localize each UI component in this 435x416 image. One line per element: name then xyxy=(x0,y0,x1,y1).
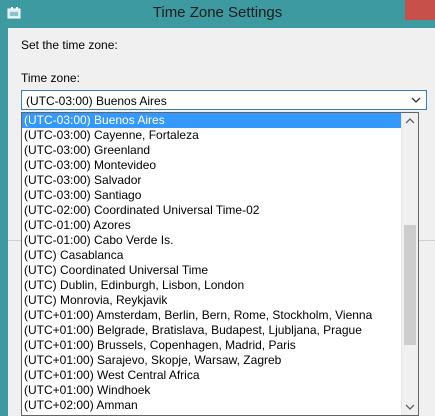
list-item[interactable]: (UTC-03:00) Greenland xyxy=(22,143,402,158)
timezone-combobox[interactable]: (UTC-03:00) Buenos Aires xyxy=(21,90,427,110)
list-item[interactable]: (UTC-01:00) Azores xyxy=(22,218,402,233)
list-item-selected[interactable]: (UTC-03:00) Buenos Aires xyxy=(22,113,402,128)
list-item[interactable]: (UTC) Dublin, Edinburgh, Lisbon, London xyxy=(22,278,402,293)
scroll-down-arrow-icon[interactable] xyxy=(402,398,418,415)
list-item[interactable]: (UTC) Casablanca xyxy=(22,248,402,263)
timezone-dropdown-list[interactable]: (UTC-03:00) Buenos Aires (UTC-03:00) Cay… xyxy=(21,112,419,416)
close-button[interactable] xyxy=(405,0,435,20)
scrollbar-thumb[interactable] xyxy=(404,225,416,345)
combobox-value: (UTC-03:00) Buenos Aires xyxy=(26,94,167,108)
scroll-up-arrow-icon[interactable] xyxy=(402,113,418,130)
list-item[interactable]: (UTC) Monrovia, Reykjavik xyxy=(22,293,402,308)
list-item[interactable]: (UTC+01:00) Brussels, Copenhagen, Madrid… xyxy=(22,338,402,353)
timezone-label: Time zone: xyxy=(21,71,80,85)
list-item[interactable]: (UTC-02:00) Coordinated Universal Time-0… xyxy=(22,203,402,218)
window-title: Time Zone Settings xyxy=(152,4,283,21)
list-item[interactable]: (UTC-03:00) Montevideo xyxy=(22,158,402,173)
list-item[interactable]: (UTC-01:00) Cabo Verde Is. xyxy=(22,233,402,248)
list-item[interactable]: (UTC) Coordinated Universal Time xyxy=(22,263,402,278)
list-item[interactable]: (UTC+01:00) Belgrade, Bratislava, Budape… xyxy=(22,323,402,338)
list-item[interactable]: (UTC-03:00) Santiago xyxy=(22,188,402,203)
list-item[interactable]: (UTC+01:00) West Central Africa xyxy=(22,368,402,383)
list-item[interactable]: (UTC+02:00) Amman xyxy=(22,398,402,413)
list-item[interactable]: (UTC-03:00) Salvador xyxy=(22,173,402,188)
list-item[interactable]: (UTC+01:00) Amsterdam, Berlin, Bern, Rom… xyxy=(22,308,402,323)
list-item[interactable]: (UTC+01:00) Windhoek xyxy=(22,383,402,398)
vertical-scrollbar[interactable] xyxy=(401,113,418,415)
chevron-down-icon[interactable] xyxy=(408,93,424,107)
instruction-text: Set the time zone: xyxy=(21,38,118,52)
list-item[interactable]: (UTC+01:00) Sarajevo, Skopje, Warsaw, Za… xyxy=(22,353,402,368)
list-item[interactable]: (UTC-03:00) Cayenne, Fortaleza xyxy=(22,128,402,143)
title-bar[interactable]: Time Zone Settings xyxy=(0,0,435,28)
